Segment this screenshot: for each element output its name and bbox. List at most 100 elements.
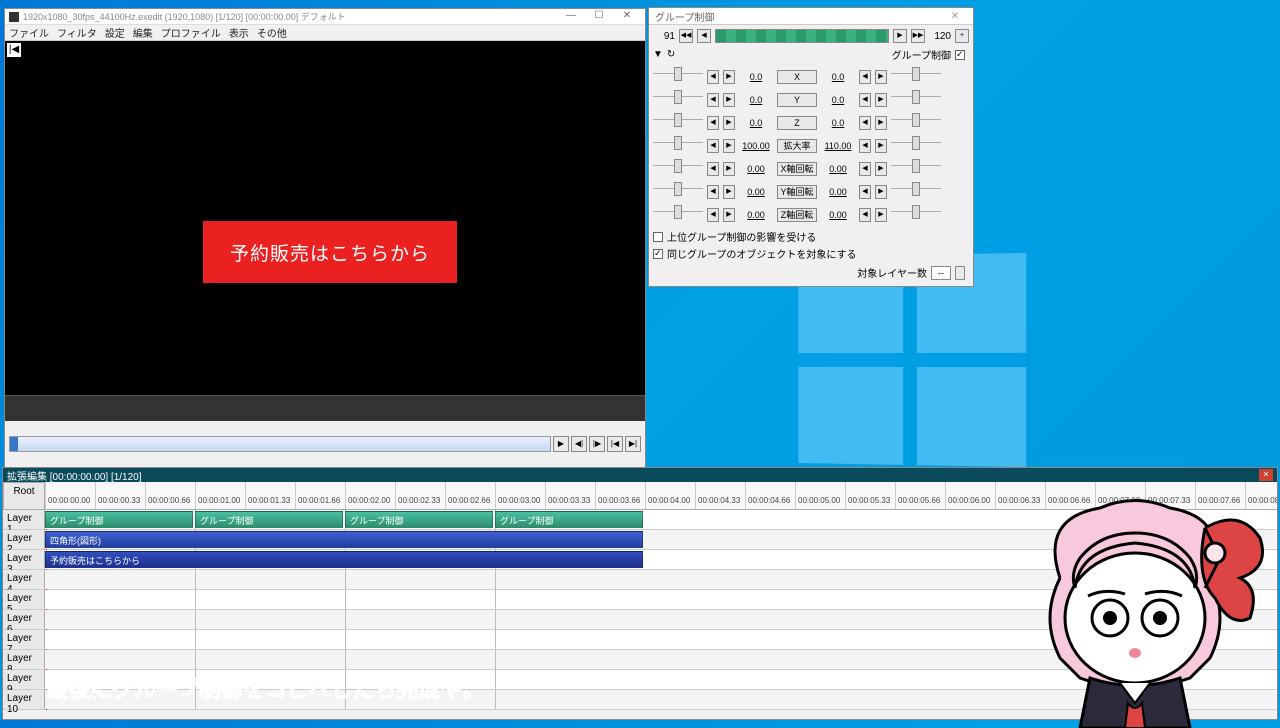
gc-slider-l-4[interactable]: [653, 165, 703, 179]
gc-inc-l-2[interactable]: ▶: [723, 116, 735, 130]
gc-ref-icon[interactable]: ↻: [667, 49, 675, 60]
gc-val-l-1[interactable]: 0.0: [739, 95, 773, 105]
gc-ffwd-button[interactable]: ▶▶: [911, 29, 925, 43]
gc-slider-r-2[interactable]: [891, 119, 941, 133]
gc-param-0[interactable]: X: [777, 70, 817, 84]
layer-label-4[interactable]: Layer 5: [3, 590, 45, 609]
gc-inc-r-0[interactable]: ▶: [875, 70, 887, 84]
gc-back-button[interactable]: ◀: [697, 29, 711, 43]
gc-dec-r-5[interactable]: ◀: [859, 185, 871, 199]
gc-slider-r-1[interactable]: [891, 96, 941, 110]
clip-text[interactable]: 予約販売はこちらから: [45, 551, 643, 568]
gc-slider-l-0[interactable]: [653, 73, 703, 87]
layer-label-8[interactable]: Layer 9: [3, 670, 45, 689]
menu-view[interactable]: 表示: [229, 25, 249, 40]
gc-slider-r-5[interactable]: [891, 188, 941, 202]
next-button[interactable]: ▶|: [625, 436, 641, 452]
gc-dec-l-2[interactable]: ◀: [707, 116, 719, 130]
clip-group[interactable]: グループ制御: [195, 511, 343, 528]
layer-label-0[interactable]: Layer 1: [3, 510, 45, 529]
gc-dec-r-0[interactable]: ◀: [859, 70, 871, 84]
gc-inc-r-5[interactable]: ▶: [875, 185, 887, 199]
clip-group[interactable]: グループ制御: [45, 511, 193, 528]
gc-slider-r-0[interactable]: [891, 73, 941, 87]
step-back-button[interactable]: ◀|: [571, 436, 587, 452]
step-fwd-button[interactable]: |▶: [589, 436, 605, 452]
layer-label-6[interactable]: Layer 7: [3, 630, 45, 649]
gc-enable-check[interactable]: [955, 50, 965, 60]
gc-inc-r-3[interactable]: ▶: [875, 139, 887, 153]
menu-filter[interactable]: フィルタ: [57, 25, 97, 40]
gc-val-l-3[interactable]: 100.00: [739, 141, 773, 151]
prev-button[interactable]: |◀: [607, 436, 623, 452]
gc-rewind-button[interactable]: ◀◀: [679, 29, 693, 43]
gc-dec-l-4[interactable]: ◀: [707, 162, 719, 176]
gc-dec-l-0[interactable]: ◀: [707, 70, 719, 84]
gc-dec-r-1[interactable]: ◀: [859, 93, 871, 107]
gc-dec-l-3[interactable]: ◀: [707, 139, 719, 153]
gc-val-r-1[interactable]: 0.0: [821, 95, 855, 105]
gc-val-l-2[interactable]: 0.0: [739, 118, 773, 128]
menu-profile[interactable]: プロファイル: [161, 25, 221, 40]
gc-dec-r-2[interactable]: ◀: [859, 116, 871, 130]
gc-param-4[interactable]: X軸回転: [777, 162, 817, 176]
gc-val-l-6[interactable]: 0.00: [739, 210, 773, 220]
gc-expand-icon[interactable]: ▼: [653, 49, 663, 60]
menu-file[interactable]: ファイル: [9, 25, 49, 40]
preview-canvas[interactable]: |◀ 予約販売はこちらから: [5, 41, 645, 395]
gc-dec-r-4[interactable]: ◀: [859, 162, 871, 176]
gc-inc-r-2[interactable]: ▶: [875, 116, 887, 130]
gc-slider-l-6[interactable]: [653, 211, 703, 225]
gc-inc-l-1[interactable]: ▶: [723, 93, 735, 107]
gc-slider-l-1[interactable]: [653, 96, 703, 110]
gc-add-button[interactable]: +: [955, 29, 969, 43]
gc-inc-r-1[interactable]: ▶: [875, 93, 887, 107]
gc-inc-r-6[interactable]: ▶: [875, 208, 887, 222]
gc-inc-l-6[interactable]: ▶: [723, 208, 735, 222]
gc-val-r-3[interactable]: 110.00: [821, 141, 855, 151]
layer-label-9[interactable]: Layer 10: [3, 690, 45, 709]
gc-slider-l-2[interactable]: [653, 119, 703, 133]
gc-slider-l-5[interactable]: [653, 188, 703, 202]
gc-fwd-button[interactable]: ▶: [893, 29, 907, 43]
menu-settings[interactable]: 設定: [105, 25, 125, 40]
menu-other[interactable]: その他: [257, 25, 287, 40]
play-button[interactable]: ▶: [553, 436, 569, 452]
gc-dec-r-3[interactable]: ◀: [859, 139, 871, 153]
seekbar[interactable]: [9, 436, 551, 452]
gc-val-r-2[interactable]: 0.0: [821, 118, 855, 128]
gc-val-l-0[interactable]: 0.0: [739, 72, 773, 82]
minimize-button[interactable]: —: [557, 10, 585, 24]
tl-root-button[interactable]: Root: [3, 482, 45, 510]
gc-layer-count[interactable]: --: [931, 266, 951, 280]
main-titlebar[interactable]: 1920x1080_30fps_44100Hz.exedit (1920,108…: [5, 9, 645, 25]
layer-label-7[interactable]: Layer 8: [3, 650, 45, 669]
menu-edit[interactable]: 編集: [133, 25, 153, 40]
close-button[interactable]: ✕: [613, 10, 641, 24]
gc-slider-r-4[interactable]: [891, 165, 941, 179]
gc-layer-spin[interactable]: [955, 266, 965, 280]
layer-label-5[interactable]: Layer 6: [3, 610, 45, 629]
gc-param-3[interactable]: 拡大率: [777, 139, 817, 153]
gc-inc-l-3[interactable]: ▶: [723, 139, 735, 153]
gc-param-1[interactable]: Y: [777, 93, 817, 107]
gc-inc-l-5[interactable]: ▶: [723, 185, 735, 199]
gc-val-l-5[interactable]: 0.00: [739, 187, 773, 197]
gc-slider-r-3[interactable]: [891, 142, 941, 156]
gc-inc-l-0[interactable]: ▶: [723, 70, 735, 84]
gc-frame-timeline[interactable]: [715, 29, 889, 43]
gc-inc-r-4[interactable]: ▶: [875, 162, 887, 176]
gc-dec-l-6[interactable]: ◀: [707, 208, 719, 222]
gc-param-6[interactable]: Z軸回転: [777, 208, 817, 222]
gc-dec-r-6[interactable]: ◀: [859, 208, 871, 222]
layer-label-1[interactable]: Layer 2: [3, 530, 45, 549]
clip-group[interactable]: グループ制御: [345, 511, 493, 528]
gc-val-r-4[interactable]: 0.00: [821, 164, 855, 174]
gc-val-r-0[interactable]: 0.0: [821, 72, 855, 82]
gc-dec-l-1[interactable]: ◀: [707, 93, 719, 107]
maximize-button[interactable]: ☐: [585, 10, 613, 24]
gc-dec-l-5[interactable]: ◀: [707, 185, 719, 199]
gc-opt1-check[interactable]: [653, 232, 663, 242]
gc-val-r-6[interactable]: 0.00: [821, 210, 855, 220]
clip-group[interactable]: グループ制御: [495, 511, 643, 528]
